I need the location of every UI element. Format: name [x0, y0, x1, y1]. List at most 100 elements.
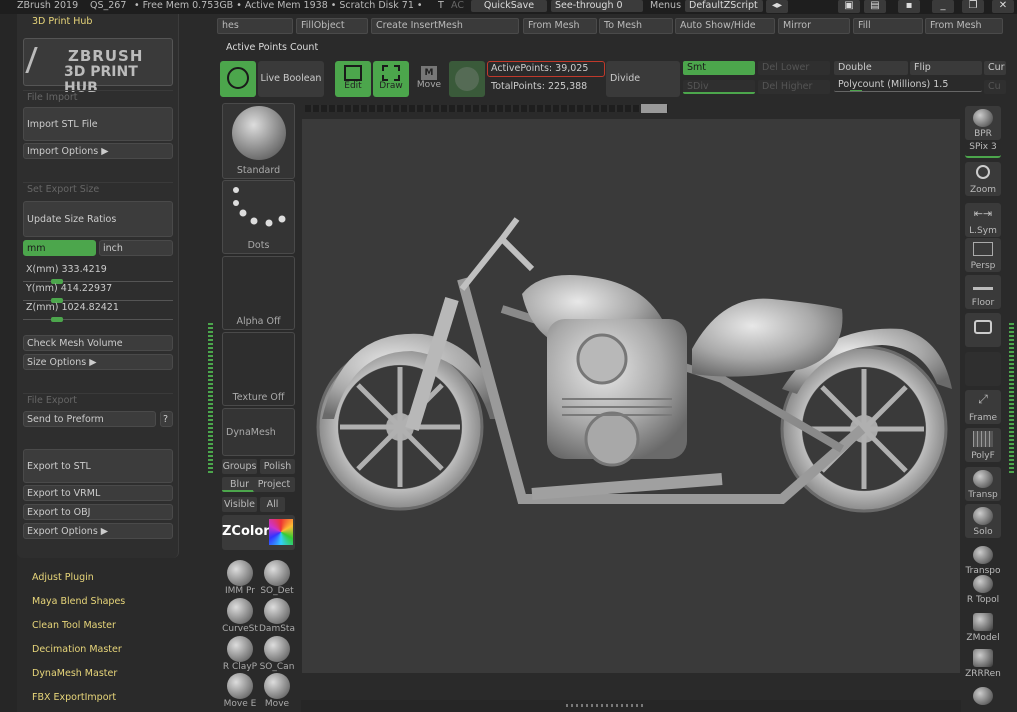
- plugin-fbx-exportimport[interactable]: FBX ExportImport: [32, 692, 116, 703]
- floor-button[interactable]: Floor: [965, 275, 1001, 309]
- dots-stroke[interactable]: Dots: [222, 180, 295, 254]
- brush-so-detail[interactable]: SO_Det: [259, 560, 295, 598]
- restore-icon[interactable]: ❐: [962, 0, 984, 13]
- alpha-slot[interactable]: Alpha Off: [222, 256, 295, 330]
- brush-curvestrap[interactable]: CurveSt: [222, 598, 258, 636]
- transp-button[interactable]: Transp: [965, 467, 1001, 501]
- del-higher-button[interactable]: Del Higher: [758, 80, 830, 94]
- groups-button[interactable]: Groups: [222, 459, 257, 474]
- to-mesh-button[interactable]: To Mesh: [599, 18, 673, 34]
- visible-button[interactable]: Visible: [222, 497, 257, 512]
- create-insertmesh-button[interactable]: Create InsertMesh: [371, 18, 519, 34]
- scroll-arrows-icon[interactable]: ◂▸: [766, 0, 788, 13]
- unit-inch-button[interactable]: inch: [99, 240, 173, 256]
- plugin-clean-tool-master[interactable]: Clean Tool Master: [32, 620, 116, 631]
- persp-button[interactable]: Persp: [965, 238, 1001, 272]
- y-size-slider[interactable]: Y(mm) 414.22937: [23, 283, 173, 303]
- rtopol-button[interactable]: R Topol: [965, 572, 1001, 606]
- bpr-button[interactable]: BPR: [965, 106, 1001, 140]
- polish-button[interactable]: Polish: [260, 459, 295, 474]
- blur-slider[interactable]: Blur: [222, 477, 257, 492]
- section-set-export-size[interactable]: Set Export Size: [23, 182, 173, 196]
- texture-slot[interactable]: Texture Off: [222, 332, 295, 406]
- zrrren-button[interactable]: ZRRRen: [965, 646, 1001, 680]
- left-tray-handle[interactable]: [208, 323, 213, 473]
- zmodel-button[interactable]: ZModel: [965, 610, 1001, 644]
- brush-move[interactable]: Move: [259, 673, 295, 711]
- auto-show-hide-button[interactable]: Auto Show/Hide: [675, 18, 775, 34]
- cur-button[interactable]: Cur: [984, 61, 1006, 75]
- project-button[interactable]: Project: [253, 477, 295, 492]
- brush-move-elastic[interactable]: Move E: [222, 673, 258, 711]
- zoom-button[interactable]: Zoom: [965, 162, 1001, 196]
- polyf-button[interactable]: PolyF: [965, 428, 1001, 462]
- cu-button[interactable]: Cu: [984, 80, 1006, 94]
- zcolor-button[interactable]: ZColor: [222, 515, 295, 550]
- shelf-button[interactable]: hes: [217, 18, 293, 34]
- plugin-adjust[interactable]: Adjust Plugin: [32, 572, 94, 583]
- plugin-hub-title[interactable]: 3D Print Hub: [32, 16, 92, 27]
- minimize-icon[interactable]: _: [932, 0, 954, 13]
- live-boolean-button[interactable]: Live Boolean: [258, 61, 324, 97]
- export-stl-button[interactable]: Export to STL: [23, 449, 173, 483]
- x-size-slider[interactable]: X(mm) 333.4219: [23, 264, 173, 284]
- export-options-button[interactable]: Export Options ▶: [23, 523, 173, 539]
- send-to-preform-button[interactable]: Send to Preform: [23, 411, 156, 427]
- brush-so-canvas[interactable]: SO_Can: [259, 636, 295, 674]
- import-stl-button[interactable]: Import STL File: [23, 107, 173, 141]
- solo-button[interactable]: Solo: [965, 504, 1001, 538]
- edit-button[interactable]: Edit: [335, 61, 371, 97]
- frame-button[interactable]: ⤢ Frame: [965, 390, 1001, 424]
- update-size-ratios-button[interactable]: Update Size Ratios: [23, 201, 173, 237]
- flip-button[interactable]: Flip: [910, 61, 982, 75]
- z-size-slider[interactable]: Z(mm) 1024.82421: [23, 302, 173, 322]
- motorcycle-model[interactable]: [302, 119, 962, 675]
- right-tray-handle[interactable]: [1009, 323, 1014, 473]
- del-lower-button[interactable]: Del Lower: [758, 61, 830, 75]
- plugin-decimation-master[interactable]: Decimation Master: [32, 644, 122, 655]
- export-vrml-button[interactable]: Export to VRML: [23, 485, 173, 501]
- fillobject-button[interactable]: FillObject: [296, 18, 368, 34]
- brush-imm-primitives[interactable]: IMM Pr: [222, 560, 258, 598]
- fill-button[interactable]: Fill: [853, 18, 923, 34]
- import-options-button[interactable]: Import Options ▶: [23, 143, 173, 159]
- all-button[interactable]: All: [260, 497, 285, 512]
- sculptris-icon[interactable]: [220, 61, 256, 97]
- sdiv-slider[interactable]: SDiv: [683, 80, 755, 94]
- draw-button[interactable]: Draw: [373, 61, 409, 97]
- scale-icon[interactable]: [449, 61, 485, 97]
- document-canvas[interactable]: [301, 118, 961, 674]
- from-mesh-button-2[interactable]: From Mesh: [925, 18, 1003, 34]
- default-zscript-button[interactable]: DefaultZScript: [685, 0, 763, 12]
- more-tools-button[interactable]: [965, 684, 1001, 712]
- section-file-export[interactable]: File Export: [23, 393, 173, 407]
- mirror-button[interactable]: Mirror: [778, 18, 850, 34]
- polycount-slider[interactable]: Polycount (Millions) 1.5: [834, 78, 982, 92]
- spix-slider[interactable]: SPix 3: [965, 142, 1001, 158]
- timeline-track[interactable]: [305, 105, 668, 112]
- help-button[interactable]: ?: [160, 411, 173, 427]
- section-file-import[interactable]: File Import: [23, 90, 173, 104]
- bottom-tray-handle[interactable]: [566, 704, 646, 707]
- menus-toggle[interactable]: Menus: [650, 0, 681, 12]
- standard-brush[interactable]: Standard: [222, 103, 295, 179]
- plugin-maya-blend-shapes[interactable]: Maya Blend Shapes: [32, 596, 125, 607]
- dynamesh-button[interactable]: DynaMesh: [222, 408, 295, 456]
- check-mesh-volume-button[interactable]: Check Mesh Volume: [23, 335, 173, 351]
- polycount-knob[interactable]: [850, 90, 862, 91]
- z-size-knob[interactable]: [51, 317, 63, 322]
- close-icon[interactable]: ✕: [992, 0, 1014, 13]
- move-button[interactable]: M Move: [411, 61, 447, 97]
- quicksave-button[interactable]: QuickSave: [471, 0, 547, 12]
- export-obj-button[interactable]: Export to OBJ: [23, 504, 173, 520]
- smt-toggle[interactable]: Smt: [683, 61, 755, 75]
- plugin-dynamesh-master[interactable]: DynaMesh Master: [32, 668, 117, 679]
- lock-icon[interactable]: ▪: [898, 0, 920, 13]
- lsym-button[interactable]: ⇤⇥ L.Sym: [965, 203, 1001, 237]
- timeline-marker[interactable]: [641, 104, 667, 113]
- double-button[interactable]: Double: [834, 61, 908, 75]
- camera-button[interactable]: [965, 313, 1001, 347]
- from-mesh-button[interactable]: From Mesh: [523, 18, 597, 34]
- divide-button[interactable]: Divide: [606, 61, 680, 97]
- unit-mm-button[interactable]: mm: [23, 240, 96, 256]
